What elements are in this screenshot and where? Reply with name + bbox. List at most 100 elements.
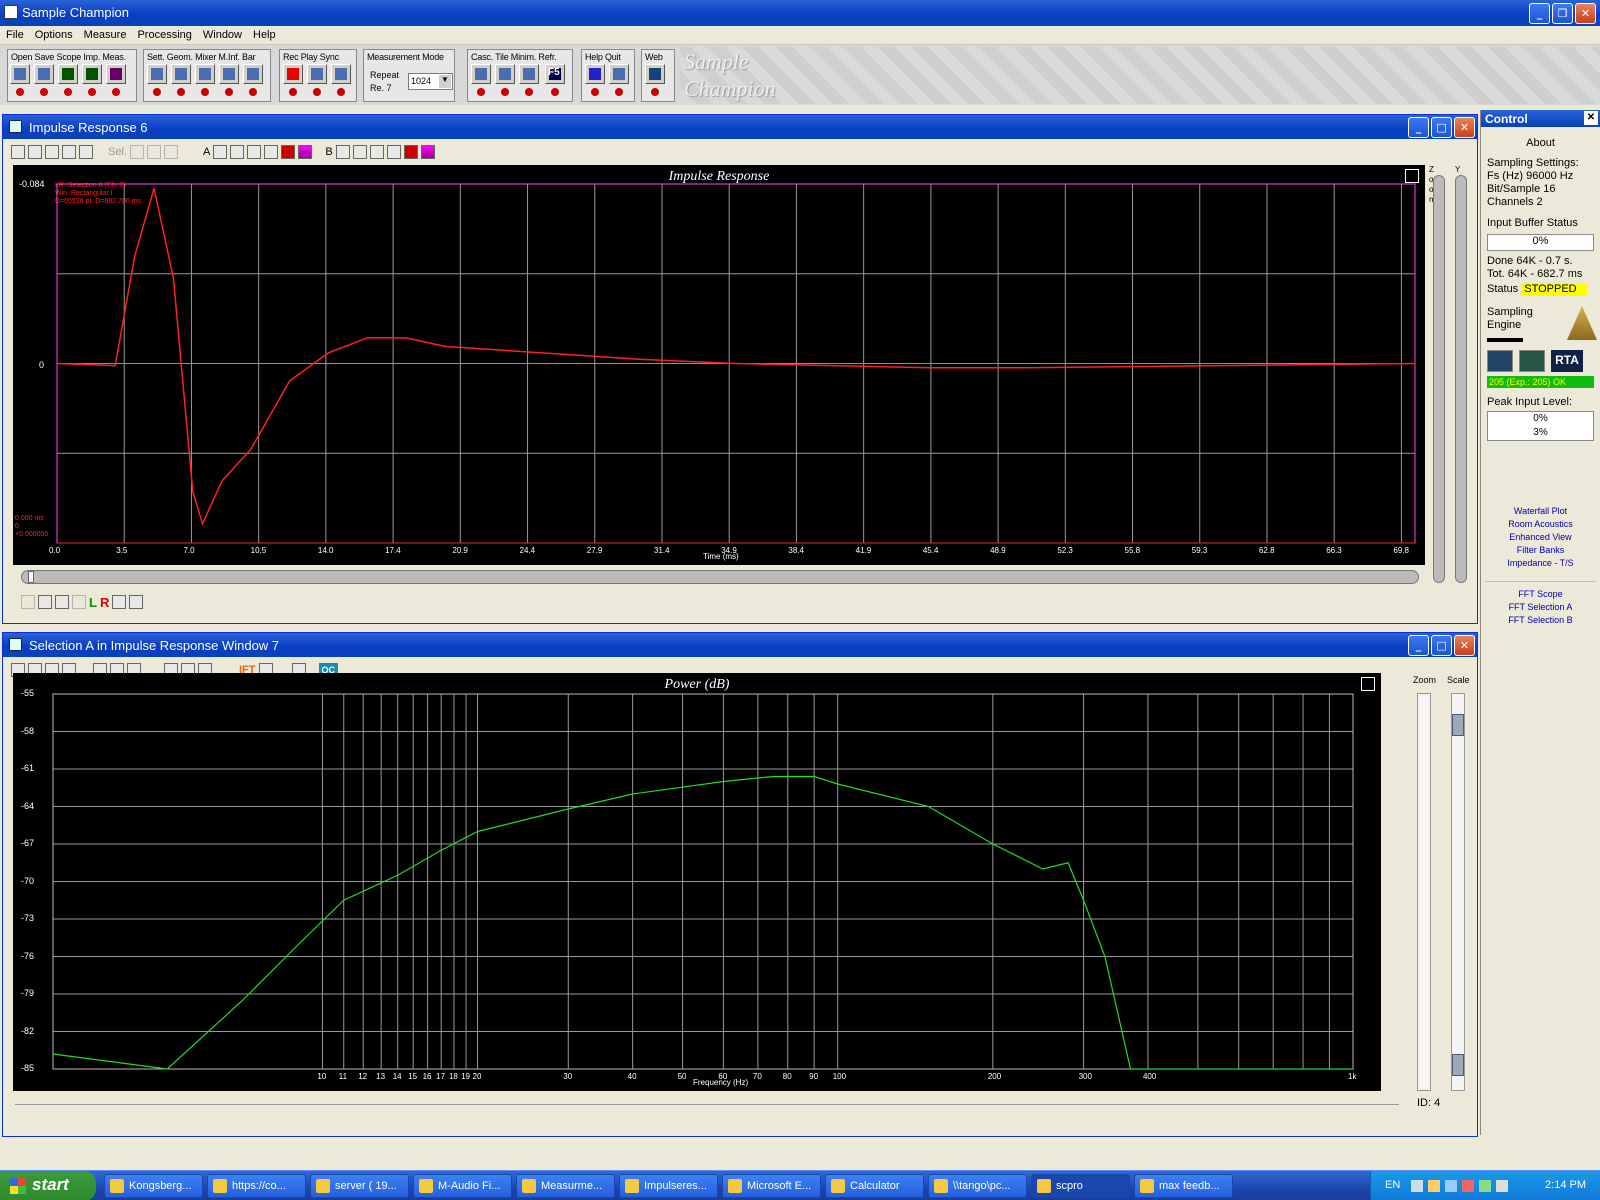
rta-button[interactable]: RTA [1551, 350, 1583, 372]
export-icon[interactable] [72, 595, 86, 609]
save-button[interactable] [34, 64, 54, 84]
ir-zoom-slider[interactable] [1433, 175, 1445, 583]
taskbar-item[interactable]: Microsoft E... [722, 1174, 821, 1198]
paste-icon[interactable] [163, 145, 178, 159]
taskbar-item[interactable]: max feedb... [1134, 1174, 1233, 1198]
right-channel-button[interactable]: R [100, 595, 109, 610]
taskbar-item[interactable]: https://co... [207, 1174, 306, 1198]
menu-measure[interactable]: Measure [78, 26, 132, 41]
link-impedance[interactable]: Impedance - T/S [1481, 557, 1600, 570]
cascade-button[interactable] [471, 64, 491, 84]
menu-options[interactable]: Options [29, 26, 78, 41]
copy-icon[interactable] [146, 145, 161, 159]
mixer-button[interactable] [195, 64, 215, 84]
help-button[interactable] [585, 64, 605, 84]
power-plot[interactable]: Power (dB) 10 11 12 13 14 15 16 17 18 19 20 30 40 50 6… [13, 673, 1381, 1091]
bar-button[interactable] [243, 64, 263, 84]
a-grid-icon[interactable] [213, 145, 228, 159]
ir-minimize-button[interactable]: _ [1408, 117, 1429, 138]
taskbar-item[interactable]: server ( 19... [310, 1174, 409, 1198]
a-split-icon[interactable] [230, 145, 245, 159]
settings-button[interactable] [147, 64, 167, 84]
ir-plot[interactable]: Impulse Response -0.084 0 I.R. Selection… [13, 165, 1425, 565]
b-stop-icon[interactable] [403, 145, 418, 159]
repeat-select[interactable]: 1024 ▼ [408, 73, 453, 90]
zoom-icon[interactable] [28, 145, 42, 159]
b-color-icon[interactable] [420, 145, 435, 159]
a-export-icon[interactable] [247, 145, 262, 159]
about-button[interactable]: About [1481, 137, 1600, 149]
ir-maximize-button[interactable]: □ [1431, 117, 1452, 138]
spectrum-icon[interactable] [1519, 350, 1545, 372]
ir-y-slider[interactable] [1455, 175, 1467, 583]
channels-icon[interactable] [79, 145, 93, 159]
sync-button[interactable] [331, 64, 351, 84]
menu-file[interactable]: File [0, 26, 29, 41]
language-indicator[interactable]: EN [1385, 1179, 1400, 1191]
taskbar-item[interactable]: Impulseres... [619, 1174, 718, 1198]
cursor-icon[interactable] [45, 145, 59, 159]
a-color-icon[interactable] [298, 145, 313, 159]
info-button[interactable] [219, 64, 239, 84]
taskbar-item[interactable]: Kongsberg... [104, 1174, 203, 1198]
left-channel-button[interactable]: L [89, 595, 97, 610]
b-grid-icon[interactable] [335, 145, 350, 159]
document-icon[interactable] [112, 595, 127, 609]
minimize-all-button[interactable] [519, 64, 539, 84]
ir-horizontal-scrollbar[interactable] [21, 570, 1419, 584]
taskbar-item[interactable]: Measurme... [516, 1174, 615, 1198]
grid-icon[interactable] [129, 145, 144, 159]
b-split-icon[interactable] [352, 145, 367, 159]
sel-close-button[interactable]: ✕ [1454, 635, 1475, 656]
camera-icon[interactable] [62, 145, 76, 159]
start-button[interactable]: start [0, 1171, 96, 1200]
link-fft-selection-a[interactable]: FFT Selection A [1481, 601, 1600, 614]
search-icon[interactable] [21, 595, 35, 609]
close-button[interactable]: ✕ [1575, 3, 1596, 24]
tile-button[interactable] [495, 64, 515, 84]
menu-processing[interactable]: Processing [131, 26, 196, 41]
taskbar-item-label: Microsoft E... [747, 1180, 812, 1192]
control-close-button[interactable]: ✕ [1584, 111, 1598, 125]
copy-icon[interactable] [55, 595, 69, 609]
geometry-button[interactable] [171, 64, 191, 84]
sel-maximize-button[interactable]: □ [1431, 635, 1452, 656]
play-button[interactable] [307, 64, 327, 84]
b-window-icon[interactable] [386, 145, 401, 159]
restore-button[interactable]: ❐ [1552, 3, 1573, 24]
measure-button[interactable] [106, 64, 126, 84]
link-enhanced-view[interactable]: Enhanced View [1481, 531, 1600, 544]
taskbar-item[interactable]: scpro [1031, 1174, 1130, 1198]
menu-window[interactable]: Window [197, 26, 247, 41]
scope-button[interactable] [58, 64, 78, 84]
scope-icon[interactable] [1487, 350, 1513, 372]
open-button[interactable] [10, 64, 30, 84]
menu-help[interactable]: Help [247, 26, 281, 41]
taskbar-item[interactable]: \\tango\pc... [928, 1174, 1027, 1198]
impulse-button[interactable] [82, 64, 102, 84]
page-icon[interactable] [129, 595, 144, 609]
link-room-acoustics[interactable]: Room Acoustics [1481, 518, 1600, 531]
taskbar-item[interactable]: Calculator [825, 1174, 924, 1198]
ir-close-button[interactable]: ✕ [1454, 117, 1475, 138]
power-scrollbar[interactable] [15, 1099, 1399, 1105]
minimize-button[interactable]: _ [1529, 3, 1550, 24]
link-waterfall[interactable]: Waterfall Plot [1481, 505, 1600, 518]
power-scale-slider[interactable] [1451, 693, 1465, 1091]
power-zoom-slider[interactable] [1417, 693, 1431, 1091]
b-export-icon[interactable] [369, 145, 384, 159]
sel-minimize-button[interactable]: _ [1408, 635, 1429, 656]
a-stop-icon[interactable] [281, 145, 296, 159]
web-button[interactable] [645, 64, 665, 84]
link-fft-selection-b[interactable]: FFT Selection B [1481, 614, 1600, 627]
settings-icon[interactable] [38, 595, 52, 609]
group-indicator-dot [337, 88, 345, 96]
record-button[interactable] [283, 64, 303, 84]
select-icon[interactable] [11, 145, 25, 159]
link-filter-banks[interactable]: Filter Banks [1481, 544, 1600, 557]
a-window-icon[interactable] [264, 145, 279, 159]
link-fft-scope[interactable]: FFT Scope [1481, 588, 1600, 601]
app-icon [4, 5, 18, 19]
taskbar-item[interactable]: M-Audio Fi... [413, 1174, 512, 1198]
quit-button[interactable] [609, 64, 629, 84]
